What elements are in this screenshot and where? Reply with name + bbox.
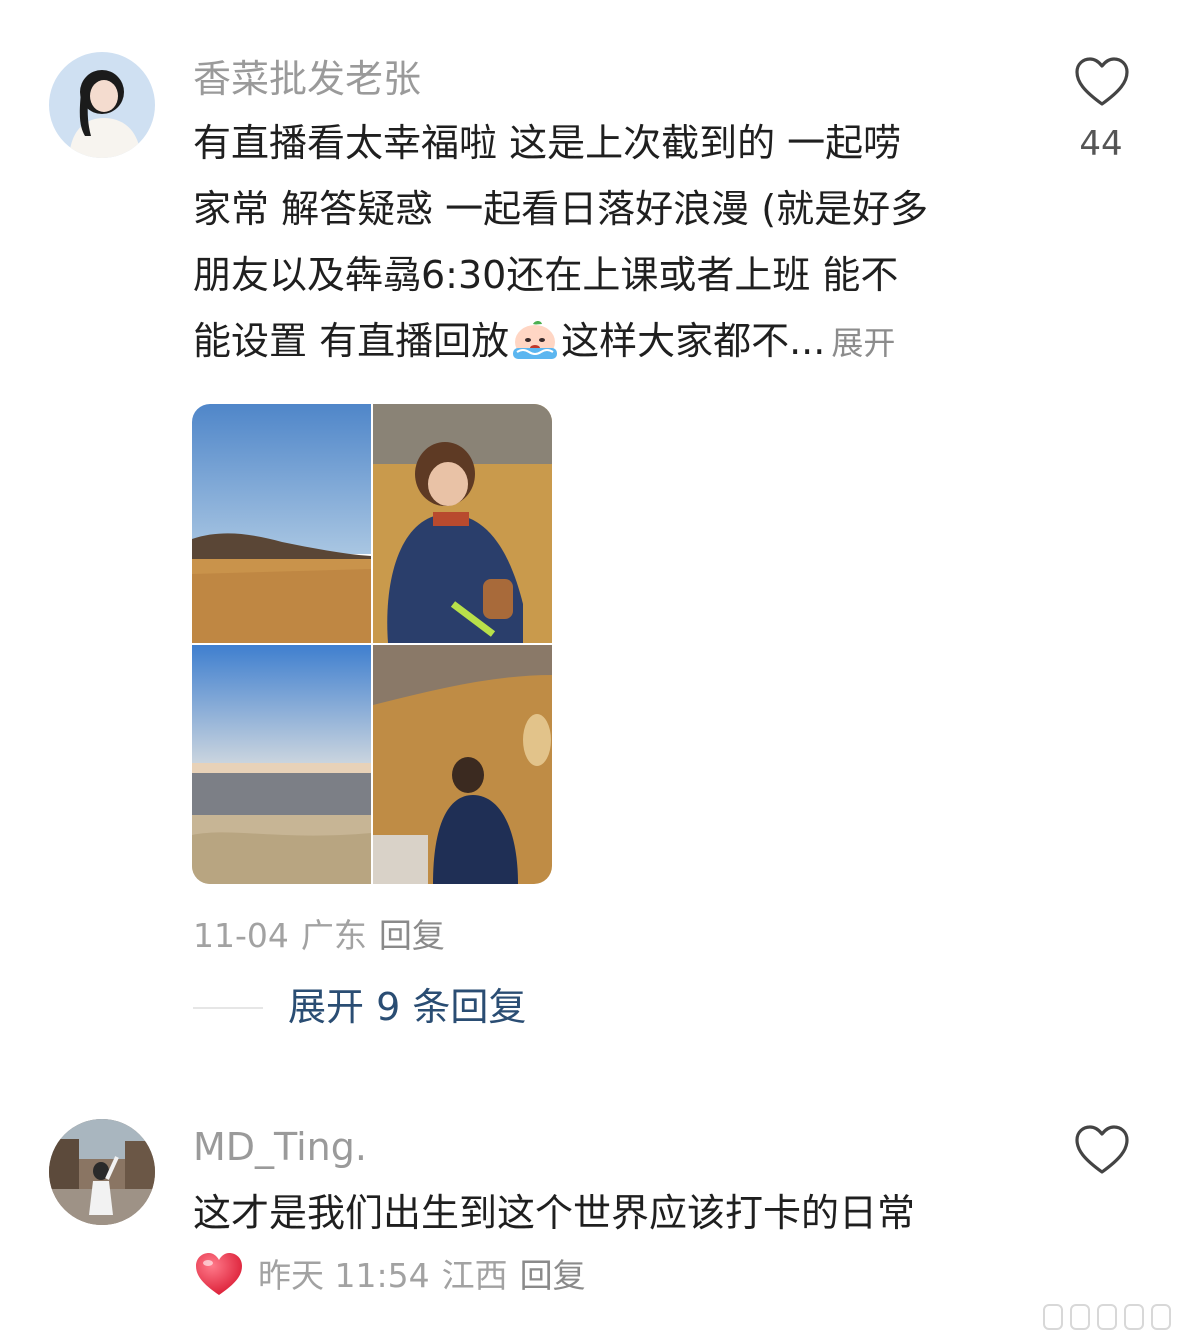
comment-text-line-last: 能设置 有直播回放 这样大家都不... 展开: [193, 308, 1023, 374]
crying-emoji-icon: [513, 321, 558, 359]
comment-date: 昨天 11:54: [258, 1256, 430, 1295]
username[interactable]: 香菜批发老张: [193, 56, 421, 102]
photo-thumbnail[interactable]: [192, 645, 371, 884]
avatar-image: [49, 1119, 155, 1225]
heart-outline-icon: [1075, 1125, 1129, 1174]
watermark-mark: [1097, 1304, 1117, 1330]
like-button[interactable]: [1072, 54, 1132, 110]
watermark: [1043, 1304, 1171, 1330]
reply-button[interactable]: 回复: [520, 1256, 586, 1295]
username[interactable]: MD_Ting.: [193, 1124, 367, 1170]
comment-location: 广东: [300, 916, 367, 955]
watermark-mark: [1151, 1304, 1171, 1330]
comment-meta: 11-04 广东 回复: [193, 914, 457, 958]
photo-thumbnail[interactable]: [373, 404, 552, 643]
horizon-sky-photo: [192, 645, 371, 884]
user-avatar[interactable]: [49, 52, 155, 158]
comment-text-line: 这才是我们出生到这个世界应该打卡的日常: [193, 1191, 916, 1235]
expand-text-link[interactable]: 展开: [831, 324, 895, 362]
comment-text-line: 家常 解答疑惑 一起看日落好浪漫 (就是好多: [193, 187, 929, 231]
comment-text-fragment: 能设置 有直播回放: [193, 319, 510, 363]
user-avatar[interactable]: [49, 1119, 155, 1225]
watermark-mark: [1070, 1304, 1090, 1330]
watermark-mark: [1124, 1304, 1144, 1330]
comment-item: MD_Ting. 这才是我们出生到这个世界应该打卡的日常 昨天 11:54 江西回…: [0, 1100, 1179, 1344]
comment-text: 有直播看太幸福啦 这是上次截到的 一起唠 家常 解答疑惑 一起看日落好浪漫 (就…: [193, 110, 1023, 374]
heart-outline-icon: [1075, 57, 1129, 106]
watermark-mark: [1043, 1304, 1063, 1330]
avatar-image: [49, 52, 155, 158]
comment-text: 这才是我们出生到这个世界应该打卡的日常: [193, 1180, 1023, 1246]
comment-text-fragment: 这样大家都不...: [561, 319, 826, 363]
comment-date: 11-04: [193, 916, 289, 955]
comment-location: 江西: [441, 1256, 508, 1295]
red-heart-icon: [196, 1253, 242, 1295]
comment-meta: 昨天 11:54 江西 回复: [258, 1254, 598, 1298]
person-with-dog-photo: [373, 645, 552, 884]
comment-text-line: 朋友以及犇骉6:30还在上课或者上班 能不: [193, 253, 899, 297]
replies-divider: [193, 1007, 263, 1009]
comment-text-line: 有直播看太幸福啦 这是上次截到的 一起唠: [193, 121, 902, 165]
photo-thumbnail[interactable]: [373, 645, 552, 884]
grassland-sky-photo: [192, 404, 371, 643]
person-crouching-photo: [373, 404, 552, 643]
like-button[interactable]: [1072, 1122, 1132, 1178]
author-liked-badge: [193, 1250, 245, 1298]
photo-thumbnail[interactable]: [192, 404, 371, 643]
like-count: 44: [1079, 124, 1123, 164]
expand-replies-button[interactable]: 展开 9 条回复: [288, 984, 526, 1030]
photo-grid[interactable]: [192, 404, 552, 884]
reply-button[interactable]: 回复: [379, 916, 445, 955]
comment-item: 香菜批发老张 有直播看太幸福啦 这是上次截到的 一起唠 家常 解答疑惑 一起看日…: [0, 0, 1179, 1060]
